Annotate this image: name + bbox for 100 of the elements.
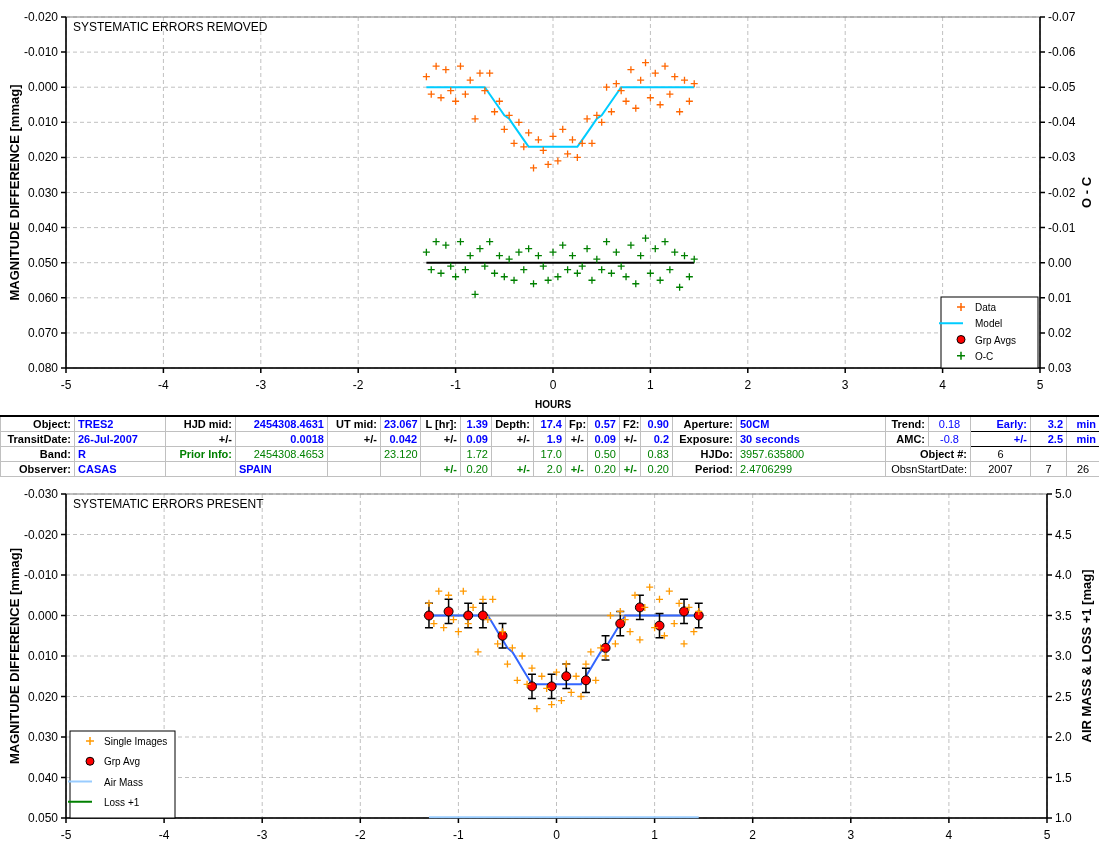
field-label: Aperture:: [672, 416, 737, 432]
field-label: HJD mid:: [165, 416, 236, 432]
field-value: TRES2: [74, 416, 166, 432]
tick-label: 2: [744, 378, 752, 392]
tick-label: 0.040: [27, 220, 58, 235]
tick-label: 1: [651, 828, 658, 842]
legend-label: Single Images: [104, 736, 168, 747]
field-label: +/-: [619, 431, 641, 447]
field-value: 0.2: [640, 431, 673, 447]
tick-label: 0: [553, 828, 560, 842]
field-value: 2454308.4653: [235, 446, 328, 462]
tick-label: 0.060: [27, 290, 58, 305]
tick-label: 2: [749, 828, 757, 842]
field-value: 23.067: [380, 416, 421, 432]
field-value: 0.20: [460, 461, 492, 477]
tick-label: -4: [158, 828, 170, 842]
point: [497, 630, 508, 641]
field-label: HJDo:: [672, 446, 737, 462]
field-label: Object:: [0, 416, 75, 432]
field-value: 0.90: [640, 416, 673, 432]
tick-label: 0.030: [27, 730, 58, 744]
tick-label: 0.070: [27, 325, 58, 340]
legend-label: Air Mass: [104, 776, 143, 788]
field-value: 3957.635800: [736, 446, 886, 462]
tick-label: 0.020: [27, 689, 58, 704]
field-label: +/-: [327, 431, 381, 447]
legend-label: Data: [975, 302, 997, 313]
tick-label: -1: [450, 378, 461, 392]
tick-label: -0.01: [1048, 220, 1076, 235]
point: [526, 681, 537, 692]
tick-label: -2: [354, 828, 366, 842]
field-value: 6: [970, 446, 1031, 462]
field-label: Trend:: [885, 416, 929, 432]
tick-label: 1.0: [1055, 811, 1072, 825]
tick-label: -1: [453, 828, 464, 842]
field-label: +/-: [420, 461, 461, 477]
field-value: 17.0: [533, 446, 566, 462]
field-value: CASAS: [74, 461, 166, 477]
tick-label: 0.02: [1048, 325, 1072, 340]
field-value: 0.042: [380, 431, 421, 447]
field-value: 2454308.4631: [235, 416, 328, 432]
field-label: +/-: [565, 461, 588, 477]
tick-label: 0.080: [27, 361, 58, 375]
field-label: Object #:: [885, 446, 971, 462]
tick-label: -0.010: [23, 568, 58, 582]
field-label: Prior Info:: [165, 446, 236, 462]
tick-label: 0.000: [27, 80, 58, 95]
tick-label: -0.05: [1048, 80, 1076, 95]
chart-title: SYSTEMATIC ERRORS REMOVED: [73, 20, 268, 34]
field-value: 1.39: [460, 416, 492, 432]
field-label: +/-: [491, 431, 534, 447]
tick-label: 3: [847, 828, 855, 842]
legend-label: O-C: [975, 350, 994, 362]
tick-label: -2: [352, 378, 364, 392]
tick-label: 5.0: [1055, 487, 1072, 501]
tick-label: 5: [1043, 828, 1051, 842]
legend-label: Grp Avg: [104, 756, 140, 768]
point: [600, 642, 611, 653]
point: [477, 610, 488, 621]
tick-label: 2.0: [1055, 730, 1072, 744]
field-label: +/-: [565, 431, 588, 447]
tick-label: -0.03: [1048, 150, 1076, 165]
field-value: 2.4706299: [736, 461, 886, 477]
tick-label: 5: [1036, 378, 1044, 392]
tick-label: 1: [647, 378, 654, 392]
field-value: 0.09: [460, 431, 492, 447]
tick-label: 0.020: [27, 150, 58, 165]
field-label: Fp:: [565, 416, 588, 432]
point: [679, 606, 690, 617]
tick-label: 2.5: [1055, 689, 1072, 704]
field-label: ObsnStartDate:: [885, 461, 971, 477]
field-value: 23.120: [380, 446, 421, 462]
field-label: Observer:: [0, 461, 75, 477]
point: [423, 610, 434, 621]
field-value: 30 seconds: [736, 431, 886, 447]
tick-label: 0.050: [27, 811, 58, 825]
tick-label: 3.5: [1055, 608, 1072, 623]
y-axis-title: MAGNITUDE DIFFERENCE [mmag]: [7, 84, 22, 301]
point: [634, 602, 645, 613]
tick-label: 0.040: [27, 770, 58, 785]
field-value: 3.2: [1030, 416, 1067, 432]
tick-label: -0.07: [1048, 10, 1076, 24]
tick-label: 0.00: [1048, 255, 1072, 270]
field-value: R: [74, 446, 166, 462]
tick-label: -0.02: [1048, 185, 1076, 200]
field-label: +/-: [165, 431, 236, 447]
field-value: 0.18: [928, 416, 971, 432]
tick-label: -5: [60, 828, 72, 842]
tick-label: -4: [158, 378, 169, 392]
field-value: 50CM: [736, 416, 886, 432]
tick-label: -0.06: [1048, 45, 1076, 60]
tick-label: 4: [945, 828, 953, 842]
field-label: +/-: [491, 461, 534, 477]
tick-label: -5: [60, 378, 72, 392]
tick-label: 0.030: [27, 185, 58, 200]
tick-label: -0.010: [23, 45, 58, 60]
field-value: 0.50: [587, 446, 620, 462]
tick-label: 3.0: [1055, 649, 1072, 663]
field-label: UT mid:: [327, 416, 381, 432]
tick-label: 0.010: [27, 649, 58, 663]
